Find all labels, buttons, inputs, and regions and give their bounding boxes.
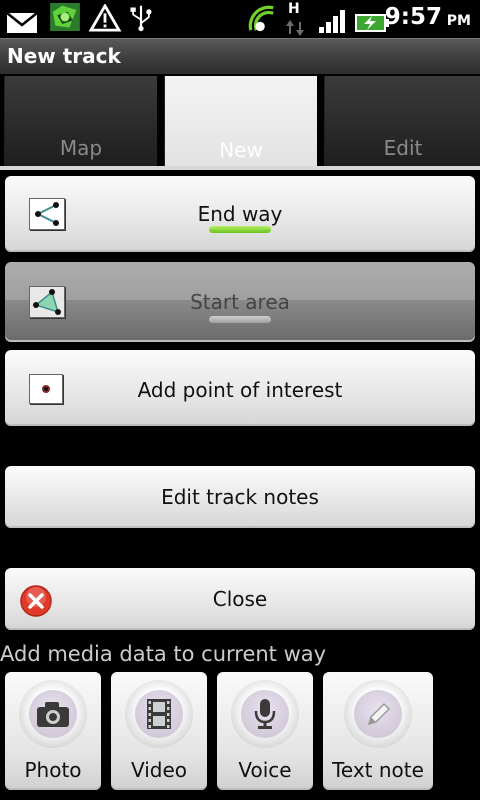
status-bar: H 9:57 PM [0, 0, 480, 38]
inactive-indicator [209, 316, 271, 323]
camera-icon [37, 702, 69, 727]
pencil-icon [367, 702, 391, 726]
edit-track-notes-button[interactable]: Edit track notes [5, 466, 475, 528]
clock-time: 9:57 [384, 4, 442, 30]
network-type-icon: H [285, 1, 305, 36]
video-button[interactable]: Video [111, 672, 207, 790]
tab-underline [0, 166, 480, 170]
tab-edit[interactable]: Edit [324, 76, 480, 166]
end-way-button[interactable]: End way [5, 176, 475, 252]
clock-ampm: PM [446, 13, 471, 29]
signal-bars-icon [319, 10, 345, 33]
add-poi-button[interactable]: Add point of interest [5, 350, 475, 426]
photo-label: Photo [24, 758, 82, 782]
page-title: New track [7, 44, 121, 68]
tab-new-label: New [219, 138, 263, 162]
app-notification-icon [50, 3, 80, 31]
tab-new[interactable]: New [164, 76, 317, 168]
video-label: Video [130, 758, 188, 782]
start-area-label: Start area [190, 290, 290, 314]
film-icon [147, 699, 171, 729]
add-poi-label: Add point of interest [137, 378, 343, 402]
tab-map-label: Map [59, 136, 103, 160]
text-note-label: Text note [332, 758, 424, 782]
close-button[interactable]: Close [5, 568, 475, 630]
media-section-title: Add media data to current way [0, 642, 327, 666]
gps-signal-icon [248, 5, 274, 32]
microphone-icon [254, 699, 276, 729]
start-area-button[interactable]: Start area [5, 262, 475, 342]
voice-label: Voice [238, 758, 292, 782]
mail-icon [6, 12, 38, 33]
edit-track-notes-label: Edit track notes [161, 485, 319, 509]
warning-icon [88, 4, 122, 32]
text-note-button[interactable]: Text note [323, 672, 433, 790]
tab-edit-label: Edit [383, 136, 423, 160]
voice-button[interactable]: Voice [217, 672, 313, 790]
photo-button[interactable]: Photo [5, 672, 101, 790]
end-way-label: End way [197, 202, 283, 226]
active-indicator [209, 226, 271, 233]
tab-bar: Map New Edit [0, 74, 480, 168]
title-bar: New track [0, 38, 480, 75]
usb-icon [130, 5, 152, 32]
tab-map[interactable]: Map [4, 76, 157, 166]
close-label: Close [212, 587, 268, 611]
